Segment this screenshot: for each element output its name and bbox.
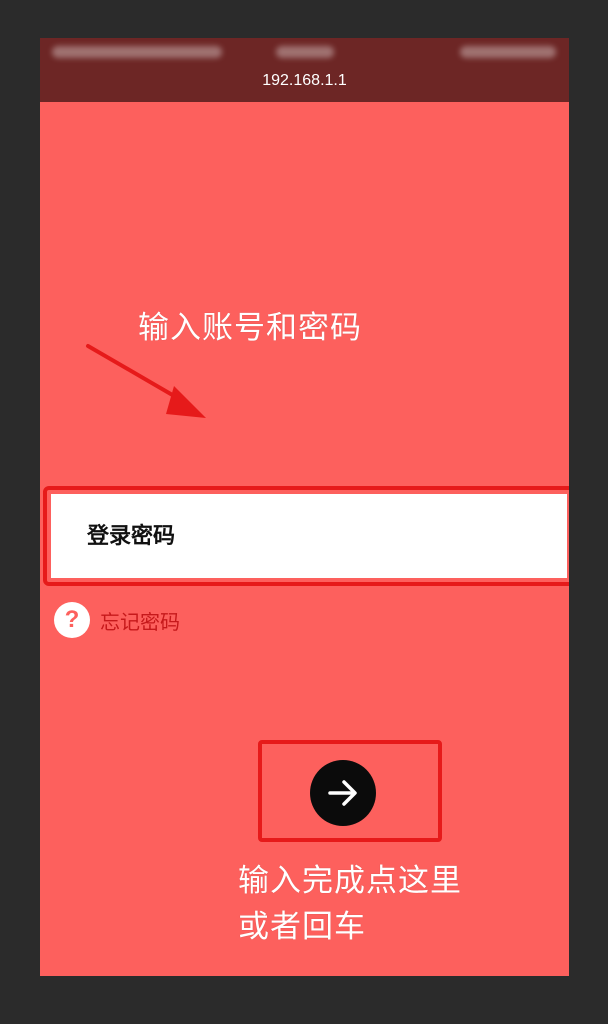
password-input[interactable] <box>51 494 567 578</box>
question-icon: ? <box>54 602 90 638</box>
annotation-enter-credentials: 输入账号和密码 <box>138 310 362 346</box>
status-bar-blurred-right <box>460 46 556 58</box>
annotation-submit-hint: 输入完成点这里 或者回车 <box>238 858 462 950</box>
annotation-arrow-icon <box>86 344 206 418</box>
forgot-password-link[interactable]: ? 忘记密码 <box>54 602 180 638</box>
browser-topbar: 192.168.1.1 <box>40 38 569 102</box>
status-bar-blurred <box>52 46 222 58</box>
annotation-submit-hint-line1: 输入完成点这里 <box>238 863 462 899</box>
arrow-right-icon <box>328 780 357 806</box>
forgot-password-label: 忘记密码 <box>100 609 180 634</box>
address-bar-url[interactable]: 192.168.1.1 <box>40 72 569 90</box>
submit-button[interactable] <box>310 760 376 826</box>
status-bar-blurred-center <box>276 46 334 58</box>
annotation-submit-hint-line2: 或者回车 <box>238 909 366 945</box>
phone-screen: 192.168.1.1 输入账号和密码 ? 忘记密码 输入完成点这里 或者回车 <box>40 38 569 976</box>
